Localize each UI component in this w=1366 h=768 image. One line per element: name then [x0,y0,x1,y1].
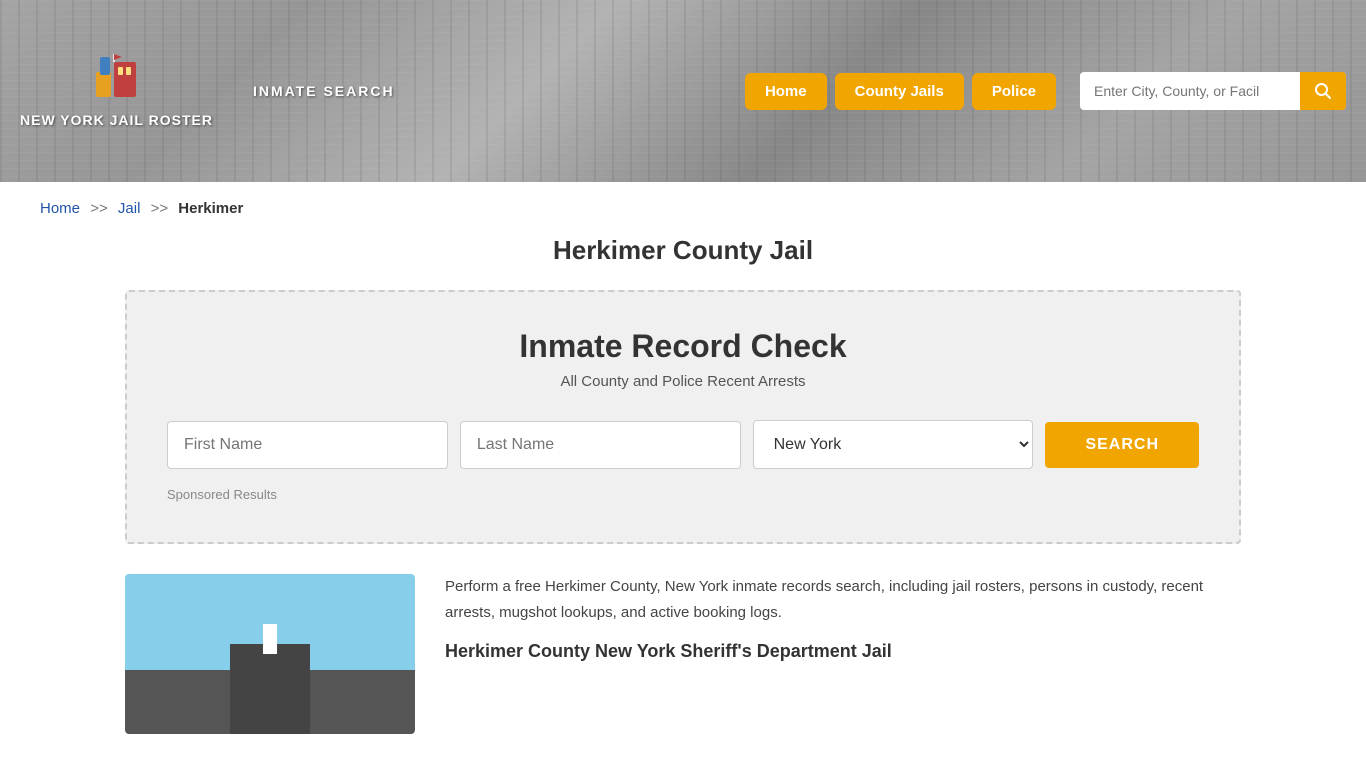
first-name-input[interactable] [167,421,448,469]
breadcrumb: Home >> Jail >> Herkimer [0,182,1366,235]
lower-description: Perform a free Herkimer County, New York… [445,574,1241,625]
breadcrumb-sep-1: >> [90,200,108,217]
search-form: New York Alabama Alaska Arizona Californ… [167,420,1199,469]
breadcrumb-current: Herkimer [178,200,243,217]
header-search-button[interactable] [1300,72,1346,110]
breadcrumb-home-link[interactable]: Home [40,200,80,217]
nav-area: Home County Jails Police [745,72,1346,110]
logo-icon [86,52,146,107]
lower-image [125,574,415,734]
home-nav-button[interactable]: Home [745,73,827,110]
page-title: Herkimer County Jail [0,235,1366,266]
county-jails-nav-button[interactable]: County Jails [835,73,964,110]
sponsored-results-label: Sponsored Results [167,487,1199,502]
state-select[interactable]: New York Alabama Alaska Arizona Californ… [753,420,1034,469]
logo-area: NEW YORK JAIL ROSTER [20,52,213,129]
header-search-bar [1080,72,1346,110]
record-check-title: Inmate Record Check [167,328,1199,365]
police-nav-button[interactable]: Police [972,73,1056,110]
search-button[interactable]: SEARCH [1045,422,1199,468]
lower-section: Perform a free Herkimer County, New York… [0,574,1366,764]
inmate-search-label: INMATE SEARCH [253,83,395,99]
search-icon [1314,82,1332,100]
logo-text: NEW YORK JAIL ROSTER [20,111,213,129]
breadcrumb-jail-link[interactable]: Jail [118,200,141,217]
record-check-box: Inmate Record Check All County and Polic… [125,290,1241,544]
lower-text: Perform a free Herkimer County, New York… [445,574,1241,734]
record-check-subtitle: All County and Police Recent Arrests [167,373,1199,390]
last-name-input[interactable] [460,421,741,469]
site-header: NEW YORK JAIL ROSTER INMATE SEARCH Home … [0,0,1366,182]
header-search-input[interactable] [1080,73,1300,109]
lower-subtitle: Herkimer County New York Sheriff's Depar… [445,641,1241,662]
breadcrumb-sep-2: >> [151,200,169,217]
